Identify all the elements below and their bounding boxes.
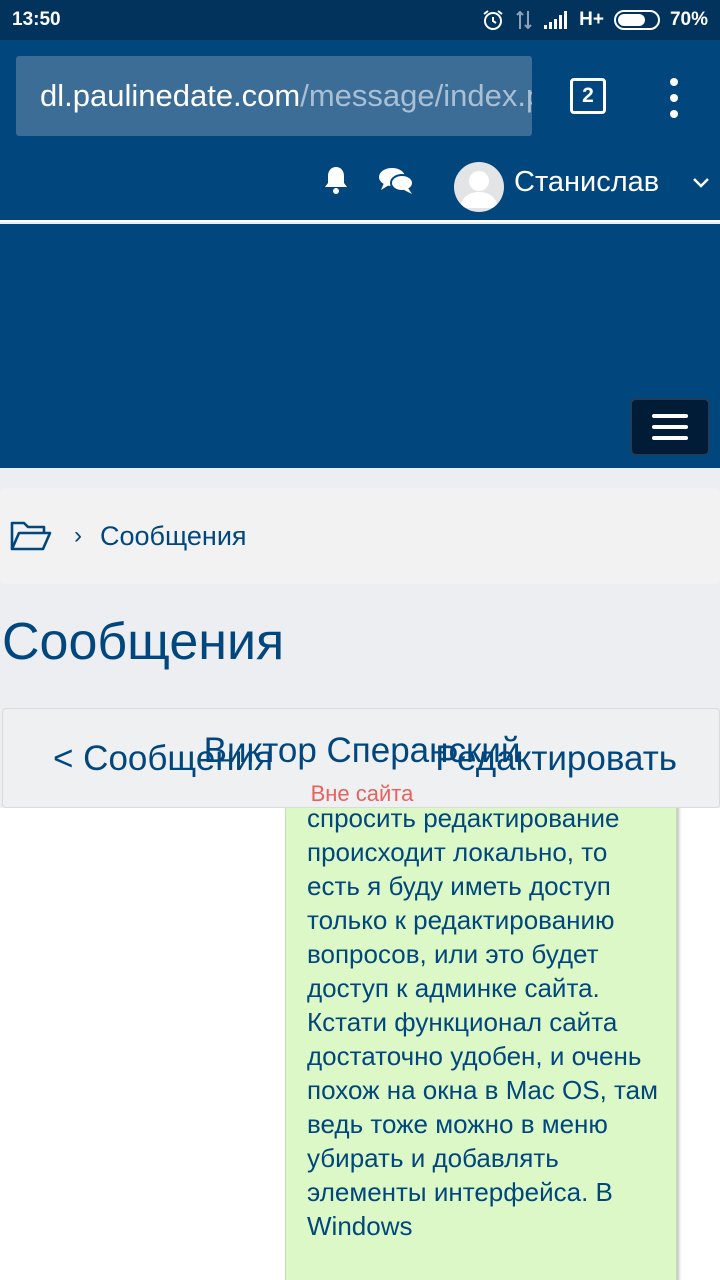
message-bubble[interactable]: спросить редактирование происходит локал…	[285, 808, 677, 1280]
conversation-header: Виктор Сперанский < Сообщения Редактиров…	[2, 708, 720, 808]
data-transfer-icon	[515, 9, 533, 31]
avatar-icon	[460, 171, 498, 208]
battery-fill	[617, 14, 645, 26]
message-text: спросить редактирование происходит локал…	[307, 808, 658, 1241]
breadcrumb-item-messages[interactable]: Сообщения	[100, 521, 247, 552]
battery-icon	[613, 10, 660, 30]
chevron-right-icon: ›	[74, 522, 82, 549]
chevron-down-icon[interactable]	[692, 176, 710, 190]
message-list[interactable]: спросить редактирование происходит локал…	[0, 808, 720, 1280]
url-host: dl.paulinedate.com	[40, 78, 301, 113]
address-bar[interactable]: dl.paulinedate.com/message/index.php	[16, 56, 532, 136]
menu-dot-icon	[670, 94, 678, 102]
menu-dot-icon	[670, 78, 678, 86]
tab-switcher-button[interactable]: 2	[570, 78, 606, 114]
browser-menu-button[interactable]	[664, 78, 684, 118]
chat-bubbles-icon[interactable]	[378, 166, 414, 196]
folder-open-icon[interactable]	[10, 519, 52, 553]
breadcrumb: › Сообщения	[0, 488, 720, 584]
hamburger-line	[652, 414, 688, 418]
status-indicators: H+ 70%	[481, 8, 708, 32]
page-title: Сообщения	[2, 613, 285, 671]
page-header-banner	[0, 224, 720, 468]
alarm-icon	[481, 8, 505, 32]
hamburger-icon[interactable]	[630, 398, 710, 456]
battery-percent: 70%	[669, 9, 708, 30]
url-path: /message/index.php	[300, 78, 532, 113]
network-type: H+	[579, 9, 604, 30]
signal-icon	[543, 10, 569, 30]
status-time: 13:50	[12, 9, 61, 30]
menu-dot-icon	[670, 110, 678, 118]
hamburger-line	[652, 436, 688, 440]
avatar[interactable]	[454, 162, 504, 212]
contact-status: Вне сайта	[310, 781, 414, 806]
site-navbar: Станислав	[0, 152, 720, 222]
bell-icon[interactable]	[320, 164, 352, 196]
browser-toolbar: dl.paulinedate.com/message/index.php 2	[0, 40, 720, 152]
user-menu-name[interactable]: Станислав	[514, 166, 659, 199]
back-to-messages-link[interactable]: < Сообщения	[53, 739, 273, 779]
hamburger-line	[652, 425, 688, 429]
status-bar: 13:50 H+ 70%	[0, 0, 720, 40]
edit-button[interactable]: Редактировать	[435, 739, 677, 779]
